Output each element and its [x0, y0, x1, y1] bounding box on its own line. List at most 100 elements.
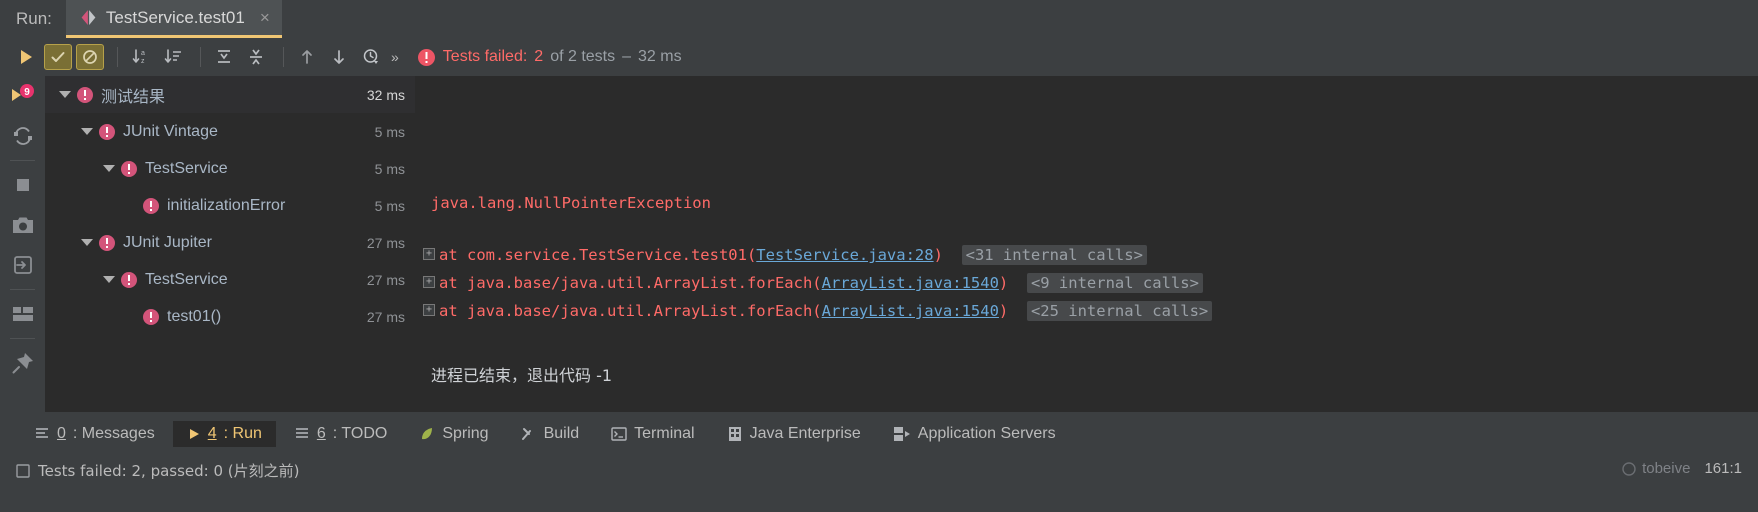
test-failed-icon [99, 234, 115, 251]
rerun-failed-icon: 9 [11, 84, 34, 101]
tool-window-button[interactable]: 6: TODO [280, 421, 401, 447]
terminal-icon [611, 426, 627, 442]
java-enterprise-icon [727, 426, 743, 442]
run-tab-testservice-test01[interactable]: TestService.test01 × [65, 0, 282, 38]
fold-expand-icon[interactable]: + [423, 247, 435, 260]
stack-frame-source-link[interactable]: ArrayList.java:1540 [822, 274, 999, 292]
expand-all-icon [218, 50, 230, 63]
tree-expander-icon[interactable] [81, 125, 94, 138]
internal-calls-fold[interactable]: <31 internal calls> [961, 245, 1147, 265]
tool-window-button[interactable]: Application Servers [879, 421, 1070, 447]
status-duration: 32 ms [638, 48, 682, 65]
tool-window-label: Terminal [634, 425, 695, 442]
show-passed-toggle[interactable] [44, 44, 72, 70]
status-separator: – [622, 48, 632, 65]
test-failed-icon [99, 123, 115, 140]
stack-frame-source-link[interactable]: ArrayList.java:1540 [822, 302, 999, 320]
fold-expand-icon[interactable]: + [423, 275, 435, 288]
tree-node-duration: 32 ms [366, 86, 405, 103]
collapse-all-button[interactable] [242, 44, 270, 70]
next-failed-test-button[interactable] [325, 44, 353, 70]
test-failed-icon [143, 308, 159, 325]
toolbar-separator [117, 47, 118, 67]
arrow-down-icon [334, 50, 344, 64]
tree-row[interactable]: JUnit Vintage 5 ms [45, 113, 415, 150]
toolbar-separator-2 [200, 47, 201, 67]
stack-frame-method: at java.base/java.util.ArrayList.forEach… [439, 274, 822, 292]
brand-icon [1622, 461, 1636, 476]
tree-row[interactable]: initializationError 5 ms [45, 187, 415, 224]
header-filler [281, 0, 1758, 38]
stack-frame-line[interactable]: + at com.service.TestService.test01(TestS… [423, 245, 1147, 265]
tool-window-button[interactable]: Build [507, 421, 594, 447]
tree-node-duration: 5 ms [374, 160, 405, 177]
export-snapshot-button[interactable] [0, 205, 45, 245]
tool-window-label: Application Servers [917, 425, 1056, 442]
tree-node-duration: 27 ms [366, 234, 405, 251]
status-prefix: Tests failed: [442, 48, 528, 65]
tree-row[interactable]: test01() 27 ms [45, 298, 415, 335]
stack-frame-line[interactable]: + at java.base/java.util.ArrayList.forEac… [423, 273, 1203, 293]
test-status-line: Tests failed: 2 of 2 tests – 32 ms [417, 48, 682, 67]
run-tab-header: Run: TestService.test01 × [0, 0, 1758, 38]
tree-expander-icon[interactable] [103, 273, 116, 286]
expand-all-button[interactable] [210, 44, 238, 70]
stack-frame-method: at java.base/java.util.ArrayList.forEach… [439, 302, 822, 320]
tool-window-button[interactable]: 0: Messages [20, 421, 169, 447]
test-output-console[interactable]: java.lang.NullPointerException + at com.s… [415, 76, 1758, 412]
rerun-automatically-icon [13, 127, 32, 145]
layout-settings-button[interactable] [0, 294, 45, 334]
stack-frame-paren: ) [998, 302, 1009, 320]
rerun-automatically-button[interactable] [0, 116, 45, 156]
tool-window-button[interactable]: Terminal [597, 421, 708, 447]
tree-node-label: JUnit Jupiter [123, 233, 212, 251]
tool-window-button[interactable]: Java Enterprise [713, 421, 875, 447]
tree-row[interactable]: 测试结果 32 ms [45, 76, 415, 113]
tree-row[interactable]: JUnit Jupiter 27 ms [45, 224, 415, 261]
tool-window-button[interactable]: Spring [405, 421, 502, 447]
internal-calls-fold[interactable]: <25 internal calls> [1026, 301, 1213, 321]
exception-header: java.lang.NullPointerException [431, 194, 711, 212]
tool-window-button[interactable]: 4: Run [172, 421, 276, 447]
tree-row[interactable]: TestService 5 ms [45, 150, 415, 187]
test-runner-toolbar: a z » Tests failed: 2 of 2 tests – 32 ms [0, 38, 1758, 76]
tree-expander-icon[interactable] [59, 88, 72, 101]
stack-frame-method: at com.service.TestService.test01( [439, 246, 757, 264]
tree-expander-icon[interactable] [103, 162, 116, 175]
previous-failed-test-button[interactable] [293, 44, 321, 70]
strip-separator-3 [10, 338, 35, 339]
test-failed-icon [143, 197, 159, 214]
stack-frame-source-link[interactable]: TestService.java:28 [756, 246, 933, 264]
rerun-button[interactable] [12, 44, 40, 70]
internal-calls-fold[interactable]: <9 internal calls> [1026, 273, 1203, 293]
test-history-button[interactable] [357, 44, 385, 70]
stack-frame-line[interactable]: + at java.base/java.util.ArrayList.forEac… [423, 301, 1213, 321]
strip-separator-1 [10, 160, 35, 161]
ignored-circle-slash-icon [83, 50, 97, 64]
rerun-failed-tests-button[interactable]: 9 [0, 76, 45, 116]
tool-window-mnemonic: 6 [316, 425, 326, 442]
stop-button[interactable] [0, 165, 45, 205]
check-icon [51, 52, 65, 62]
sort-alphabetically-button[interactable]: a z [127, 44, 155, 70]
stack-frame-paren: ) [998, 274, 1009, 292]
status-bar-right: tobeive 161:1 [1622, 460, 1742, 477]
tree-node-duration: 5 ms [374, 197, 405, 214]
status-bar: Tests failed: 2, passed: 0 (片刻之前) tobeiv… [0, 456, 1758, 512]
pin-tab-button[interactable] [0, 343, 45, 383]
tree-row[interactable]: TestService 27 ms [45, 261, 415, 298]
test-results-tree[interactable]: 测试结果 32 ms JUnit Vintage 5 ms TestService 5 m… [45, 76, 415, 412]
sort-by-duration-button[interactable] [159, 44, 187, 70]
tree-expander-icon[interactable] [81, 236, 94, 249]
show-ignored-toggle[interactable] [76, 44, 104, 70]
stop-icon [16, 179, 29, 191]
event-log-icon [16, 463, 30, 478]
more-actions-button[interactable]: » [391, 49, 399, 65]
close-icon[interactable]: × [260, 8, 270, 28]
tool-window-label: : Messages [72, 425, 155, 442]
import-results-button[interactable] [0, 245, 45, 285]
fold-expand-icon[interactable]: + [423, 303, 435, 316]
junit-test-icon [81, 10, 96, 25]
